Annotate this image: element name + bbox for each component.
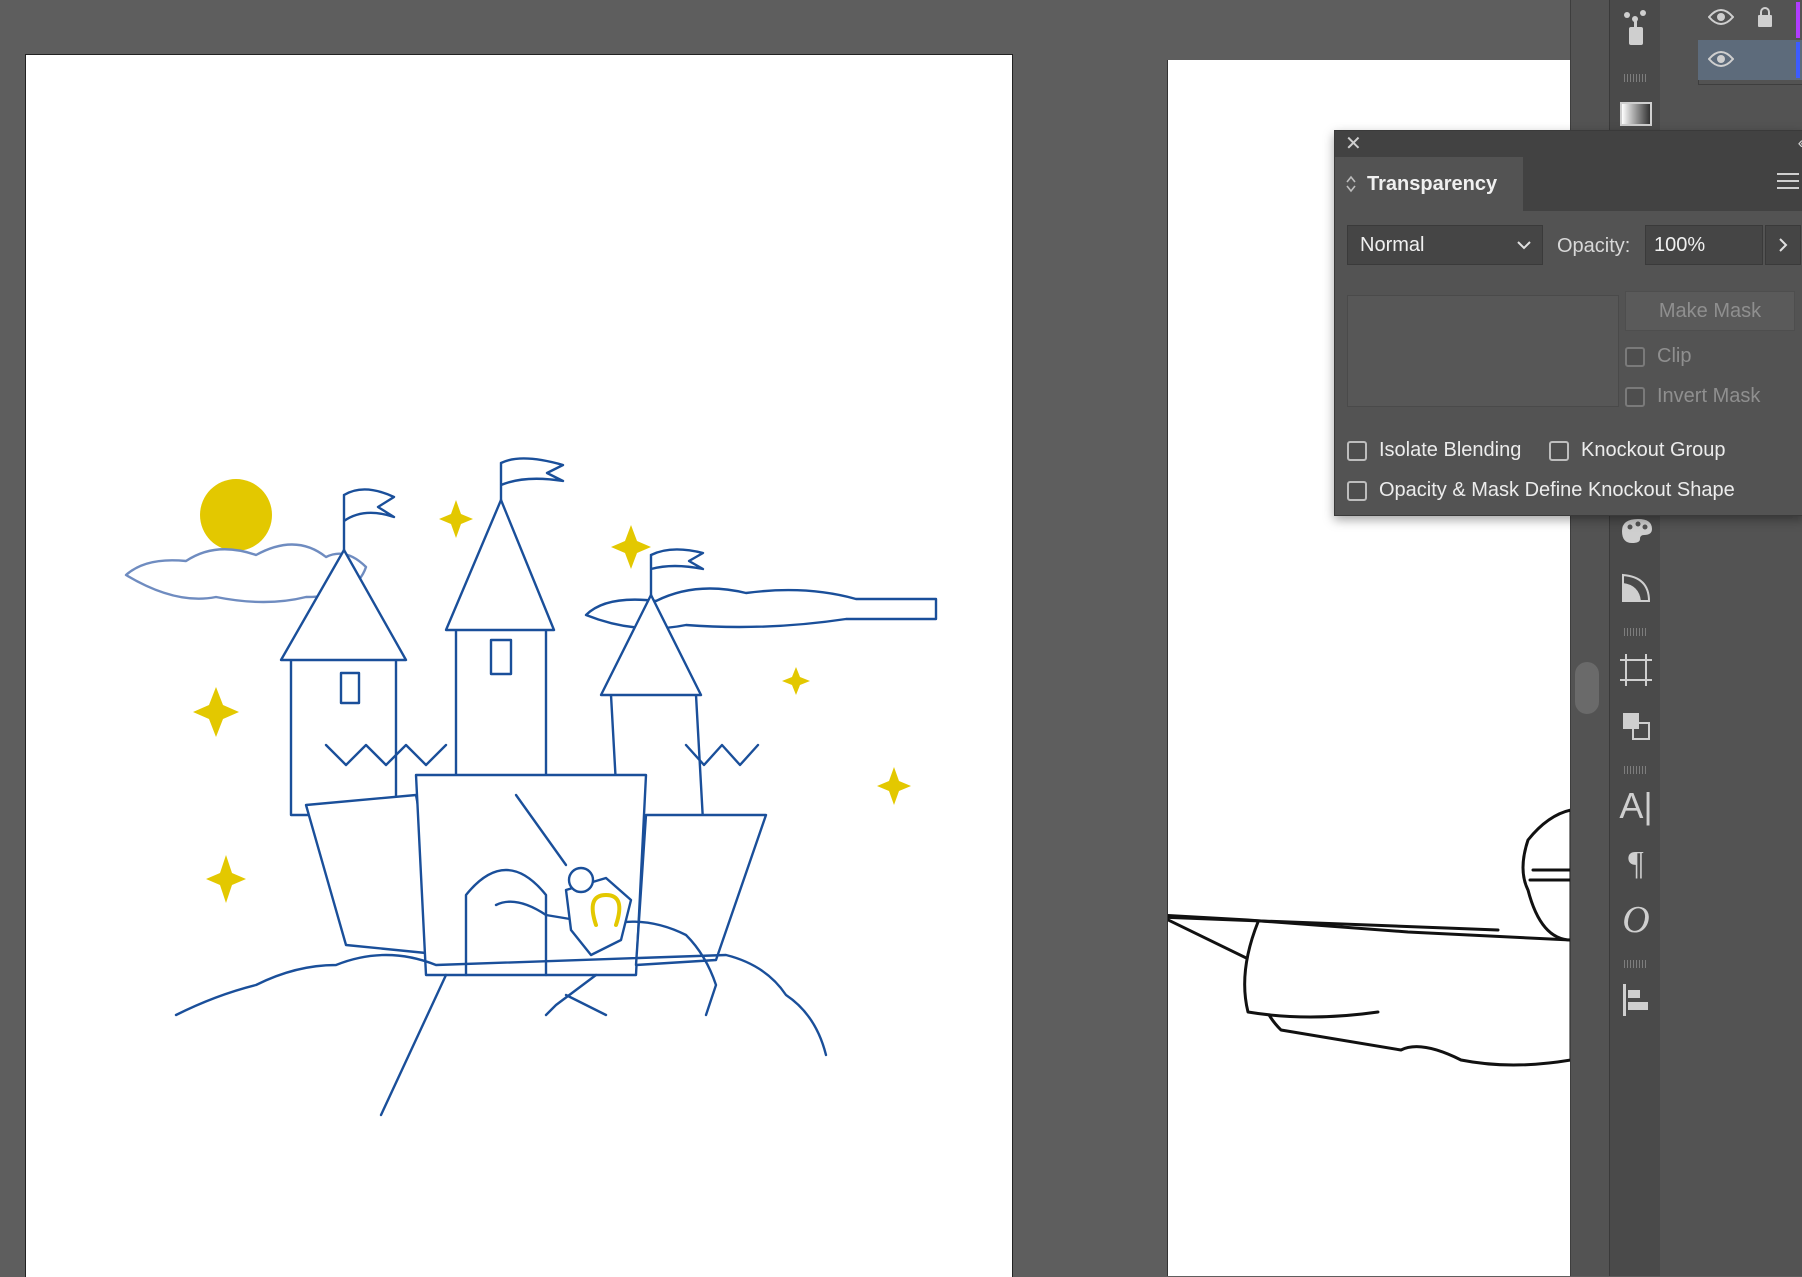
eye-icon[interactable] [1707, 50, 1735, 73]
clip-checkbox[interactable] [1625, 346, 1645, 367]
isolate-blending-option[interactable]: Isolate Blending [1347, 439, 1521, 462]
ground-line [379, 973, 448, 1117]
opacity-label: Opacity: [1557, 235, 1631, 257]
panel-menu-icon[interactable] [1777, 173, 1799, 194]
invert-mask-option[interactable]: Invert Mask [1625, 385, 1760, 408]
tower-center-body [454, 623, 548, 797]
opacity-input[interactable]: 100% [1645, 225, 1763, 265]
layer-color-swatch [1796, 2, 1800, 38]
object-thumbnail [1347, 295, 1619, 407]
group-grip-2[interactable] [1624, 628, 1648, 636]
main-wall-right [634, 813, 768, 967]
layer-color-swatch [1796, 42, 1800, 78]
group-grip-3[interactable] [1624, 766, 1648, 774]
lock-icon[interactable] [1756, 6, 1774, 33]
knockout-group-checkbox[interactable] [1549, 440, 1569, 461]
group-grip-4[interactable] [1624, 960, 1648, 968]
tab-expand-icon[interactable] [1345, 175, 1357, 193]
isolate-blending-label: Isolate Blending [1379, 439, 1522, 461]
helmet [1521, 808, 1571, 942]
isolate-blending-checkbox[interactable] [1347, 440, 1367, 461]
opacity-mask-knockout-option[interactable]: Opacity & Mask Define Knockout Shape [1347, 479, 1735, 502]
invert-mask-checkbox[interactable] [1625, 386, 1645, 407]
sparkle-4 [782, 667, 810, 695]
dock-scroll-thumb[interactable] [1575, 662, 1599, 714]
opacity-mask-knockout-checkbox[interactable] [1347, 480, 1367, 501]
close-icon[interactable]: ✕ [1345, 133, 1362, 155]
group-grip[interactable] [1624, 74, 1648, 82]
tower-center-flag [499, 457, 565, 502]
sparkle-6 [206, 855, 246, 903]
make-mask-button[interactable]: Make Mask [1625, 291, 1795, 331]
knight-helmet [567, 866, 595, 894]
opacity-mask-knockout-label: Opacity & Mask Define Knockout Shape [1379, 479, 1735, 501]
layer-row-selected[interactable] [1698, 40, 1802, 80]
pathfinder-icon[interactable] [1610, 702, 1662, 750]
chevron-right-icon [1779, 238, 1788, 252]
artboard-castle[interactable] [25, 54, 1013, 1277]
knockout-group-label: Knockout Group [1581, 439, 1726, 461]
knockout-group-option[interactable]: Knockout Group [1549, 439, 1726, 462]
image-trace-icon[interactable] [1610, 564, 1662, 612]
sparkle-2 [611, 525, 651, 569]
bunting-left [324, 743, 448, 767]
blend-mode-select[interactable]: Normal [1347, 225, 1543, 265]
moon [200, 479, 272, 551]
align-icon[interactable] [1610, 976, 1662, 1024]
symbol-sprayer-icon[interactable] [1610, 4, 1662, 52]
panel-title: Transparency [1367, 172, 1498, 195]
castle-illustration[interactable] [26, 55, 1012, 1277]
chevron-down-icon [1516, 236, 1532, 260]
tower-left-flag [342, 488, 396, 552]
sparkle-3 [193, 687, 239, 737]
banner-shape [1168, 914, 1571, 1067]
character-icon[interactable]: A| [1610, 782, 1662, 830]
window-left [339, 671, 361, 705]
tower-left-body [289, 653, 398, 817]
invert-mask-label: Invert Mask [1657, 385, 1761, 407]
panel-titlebar[interactable]: ✕ ‹‹ [1335, 131, 1802, 157]
opentype-icon[interactable]: O [1610, 896, 1662, 944]
tab-transparency[interactable]: Transparency [1335, 157, 1523, 211]
collapse-icon[interactable]: ‹‹ [1798, 133, 1802, 153]
bunting-right [684, 743, 760, 767]
sparkle-1 [439, 500, 473, 538]
window-center [489, 638, 513, 676]
panel-tabbar: Transparency [1335, 157, 1802, 211]
blend-mode-value: Normal [1360, 233, 1425, 256]
sparkle-5 [877, 767, 911, 805]
clip-label: Clip [1657, 345, 1692, 367]
layers-bottom-line [1698, 84, 1802, 85]
paragraph-icon[interactable]: ¶ [1610, 840, 1662, 888]
opacity-value: 100% [1654, 233, 1706, 256]
transparency-panel: ✕ ‹‹ Transparency Normal Opacity: 100% M… [1334, 130, 1802, 516]
eye-icon[interactable] [1707, 8, 1735, 31]
artboards-icon[interactable] [1610, 646, 1662, 694]
clip-option[interactable]: Clip [1625, 345, 1691, 368]
layer-row[interactable] [1698, 0, 1802, 40]
opacity-slider-button[interactable] [1765, 225, 1801, 265]
